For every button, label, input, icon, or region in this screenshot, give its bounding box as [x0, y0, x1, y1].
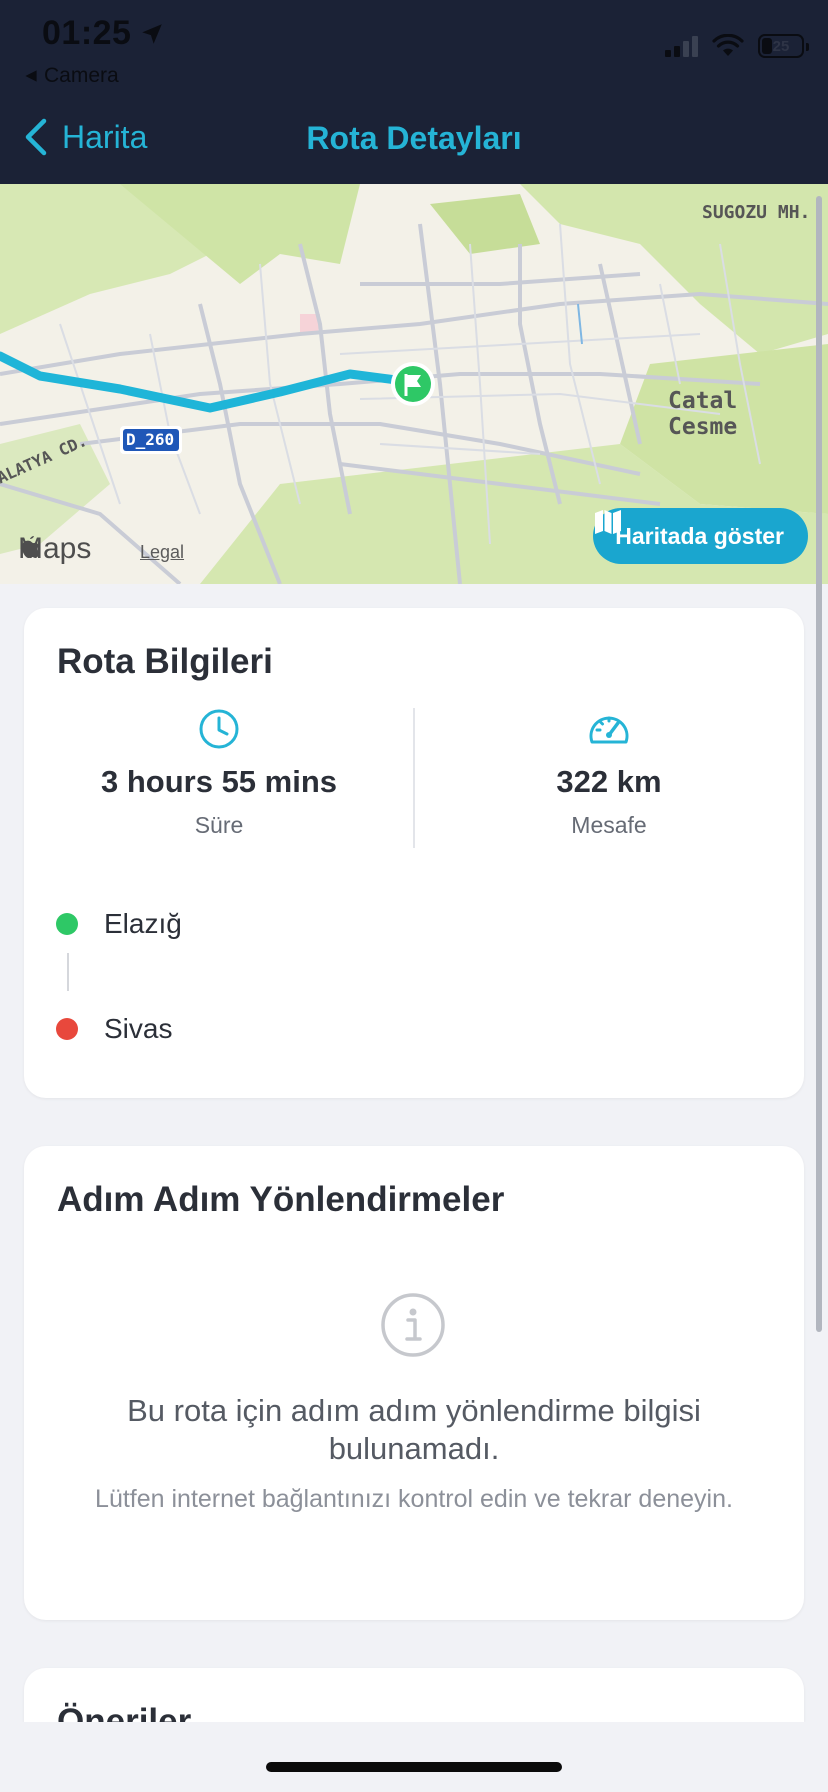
clock-icon [199, 709, 239, 749]
header: 01:25 Camera 25 Harita Rota Detayları [0, 0, 828, 184]
location-arrow-icon [142, 23, 163, 44]
show-on-map-label: Haritada göster [615, 522, 784, 549]
maps-attribution[interactable]: Maps [18, 532, 91, 566]
directions-empty-hint: Lütfen internet bağlantınızı kontrol edi… [95, 1485, 733, 1513]
route-destination: Sivas [56, 1013, 172, 1045]
route-connector [67, 953, 69, 991]
directions-empty-message: Bu rota için adım adım yönlendirme bilgi… [127, 1393, 701, 1466]
origin-name: Elazığ [104, 908, 182, 939]
map-icon [595, 510, 622, 534]
route-origin: Elazığ [56, 908, 182, 940]
home-indicator[interactable] [266, 1762, 562, 1772]
wifi-icon [712, 34, 744, 56]
status-time: 01:25 [42, 14, 165, 53]
distance-value: 322 km [556, 764, 662, 799]
suggestions-title: Öneriler [57, 1702, 192, 1722]
directions-title: Adım Adım Yönlendirmeler [57, 1180, 505, 1219]
show-on-map-button[interactable]: Haritada göster [593, 508, 808, 564]
map-label-district-2: Catal Cesme [668, 388, 737, 440]
status-time-text: 01:25 [42, 14, 132, 52]
back-app-label: Camera [44, 64, 119, 87]
suggestions-card: Öneriler [24, 1668, 804, 1722]
distance-label: Mesafe [571, 812, 647, 838]
duration-label: Süre [194, 812, 244, 838]
route-info-card: Rota Bilgileri 3 hours 55 mins Süre 322 … [24, 608, 804, 1098]
cellular-signal-icon [665, 35, 698, 57]
map-label-district-2-line1: Catal [668, 388, 738, 414]
map-label-district-1: SUGOZU MH. [702, 202, 811, 223]
info-icon [381, 1293, 445, 1357]
back-triangle-icon [25, 70, 37, 82]
scrollbar[interactable] [816, 196, 822, 1332]
destination-flag-icon [391, 362, 435, 406]
map-label-district-2-line2: Cesme [668, 414, 738, 440]
status-indicators: 25 [665, 34, 809, 58]
duration-stat: 3 hours 55 mins Süre [24, 708, 414, 839]
back-to-app-link[interactable]: Camera [24, 64, 119, 88]
map-label-road-shield: D_260 [126, 430, 175, 449]
speedometer-icon [589, 716, 629, 744]
destination-dot [56, 1018, 78, 1040]
route-stats: 3 hours 55 mins Süre 322 km Mesafe [24, 708, 804, 852]
battery-icon: 25 [758, 34, 809, 58]
origin-dot [56, 913, 78, 935]
battery-level: 25 [772, 37, 790, 55]
apple-logo-icon [22, 536, 40, 558]
route-map[interactable]: SUGOZU MH. Catal Cesme D_260 ALATYA CD. … [0, 184, 828, 584]
legal-link[interactable]: Legal [140, 542, 184, 563]
duration-value: 3 hours 55 mins [100, 764, 338, 799]
page-title: Rota Detayları [306, 120, 522, 156]
bottom-safe-area [0, 1722, 828, 1792]
distance-stat: 322 km Mesafe [414, 708, 804, 839]
route-info-title: Rota Bilgileri [57, 642, 273, 681]
directions-card: Adım Adım Yönlendirmeler Bu rota için ad… [24, 1146, 804, 1620]
destination-name: Sivas [104, 1013, 173, 1044]
